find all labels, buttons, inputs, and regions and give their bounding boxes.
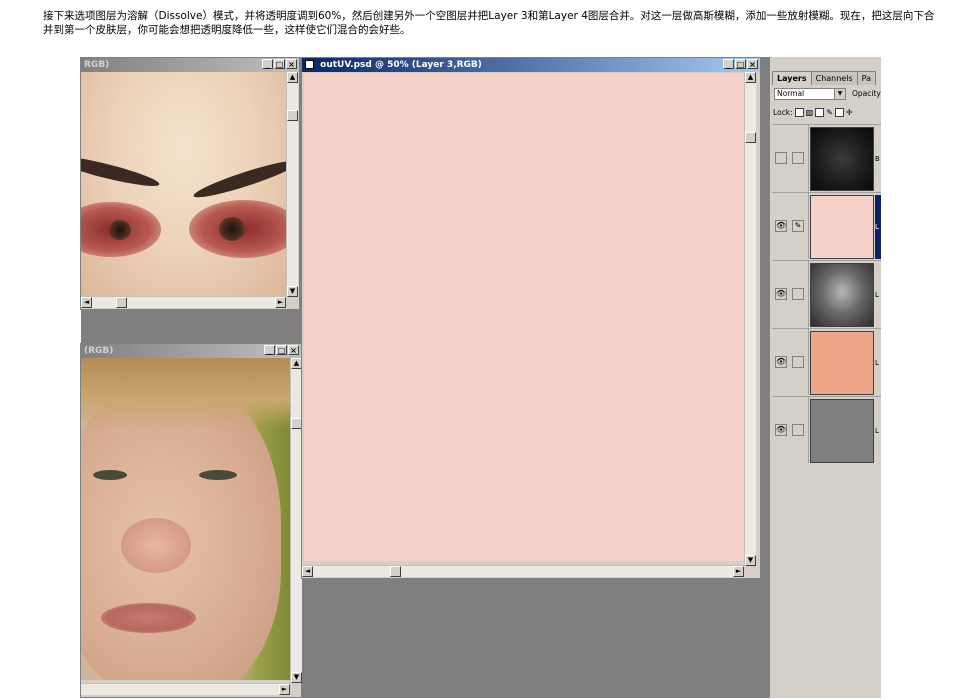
close-button[interactable]: × (747, 59, 758, 69)
tab-paths[interactable]: Pa (856, 71, 876, 85)
boy-image (81, 358, 290, 680)
layer-thumbnail (810, 331, 874, 395)
layer-label: L (875, 291, 879, 299)
doc-main-hscroll[interactable]: ◄ ► (302, 565, 744, 577)
opacity-label: Opacity (852, 89, 881, 98)
layer-row[interactable]: 👁 L (772, 328, 881, 395)
doc-eyes-title: RGB) (84, 60, 110, 70)
lock-image-checkbox[interactable] (815, 108, 825, 117)
layer-label: L (875, 427, 879, 435)
eye-icon[interactable]: 👁 (775, 220, 787, 232)
move-lock-icon: ✛ (845, 107, 853, 117)
doc-main-title: outUV.psd @ 50% (Layer 3,RGB) (320, 60, 482, 70)
brush-icon[interactable]: ✎ (792, 220, 804, 232)
doc-boy-titlebar[interactable]: (RGB) _ □ × (81, 344, 301, 358)
tab-channels[interactable]: Channels (810, 71, 858, 85)
palette-tabs: Layers Channels Pa (772, 71, 876, 85)
doc-eyes-titlebar[interactable]: RGB) _ □ × (81, 58, 299, 72)
intro-text: 接下来选项图层为溶解（Dissolve）模式，并将透明度调到60%，然后创建另外… (43, 10, 935, 36)
link-toggle[interactable] (792, 288, 804, 300)
layer-row[interactable]: 👁 L (772, 396, 881, 463)
eyes-image (81, 72, 286, 296)
doc-window-boy[interactable]: (RGB) _ □ × ▲ ▼ ► (80, 343, 302, 698)
chevron-down-icon: ▼ (834, 89, 845, 99)
brush-lock-icon: ✎ (826, 107, 833, 117)
close-button[interactable]: × (288, 345, 299, 355)
minimize-button[interactable]: _ (723, 59, 734, 69)
photoshop-workspace: RGB) _ □ × ▲ ▼ ◄ ► (RGB) _ □ × ▲ ▼ ► out… (80, 57, 881, 698)
close-button[interactable]: × (286, 59, 297, 69)
maximize-button[interactable]: □ (274, 59, 285, 69)
doc-eyes-vscroll[interactable]: ▲ ▼ (286, 72, 298, 297)
layers-palette: Layers Channels Pa Normal ▼ Opacity Lock… (770, 57, 881, 698)
document-icon (305, 60, 314, 69)
layer-thumbnail (810, 263, 874, 327)
layer-label: B (875, 155, 880, 163)
minimize-button[interactable]: _ (264, 345, 275, 355)
doc-main-titlebar[interactable]: outUV.psd @ 50% (Layer 3,RGB) _ □ × (302, 58, 760, 72)
document-canvas[interactable] (304, 73, 744, 561)
layer-thumbnail (810, 195, 874, 259)
layer-thumbnail (810, 399, 874, 463)
eye-icon[interactable]: 👁 (775, 356, 787, 368)
layer-label: L (875, 195, 881, 259)
doc-window-eyes[interactable]: RGB) _ □ × ▲ ▼ ◄ ► (80, 57, 300, 310)
maximize-button[interactable]: □ (276, 345, 287, 355)
link-toggle[interactable] (792, 424, 804, 436)
doc-window-main[interactable]: outUV.psd @ 50% (Layer 3,RGB) _ □ × ▲ ▼ … (301, 57, 761, 579)
blend-mode-value: Normal (777, 89, 805, 98)
lock-position-checkbox[interactable] (834, 108, 844, 117)
eye-icon[interactable]: 👁 (775, 288, 787, 300)
doc-main-vscroll[interactable]: ▲ ▼ (744, 72, 756, 566)
link-toggle[interactable] (792, 152, 804, 164)
layer-row[interactable]: B (772, 124, 881, 191)
blend-mode-select[interactable]: Normal ▼ (774, 88, 846, 100)
layer-thumbnail (810, 127, 874, 191)
layer-label: L (875, 359, 879, 367)
layer-row[interactable]: 👁 L (772, 260, 881, 327)
lock-row: Lock: ▨ ✎ ✛ (773, 108, 853, 117)
tab-layers[interactable]: Layers (772, 71, 812, 85)
link-toggle[interactable] (792, 356, 804, 368)
maximize-button[interactable]: □ (735, 59, 746, 69)
transparency-lock-icon: ▨ (805, 107, 814, 117)
layer-row[interactable]: 👁 ✎ L (772, 192, 881, 259)
lock-transparency-checkbox[interactable] (794, 108, 804, 117)
eye-icon[interactable]: 👁 (775, 424, 787, 436)
doc-eyes-hscroll[interactable]: ◄ ► (81, 296, 286, 308)
minimize-button[interactable]: _ (262, 59, 273, 69)
visibility-toggle[interactable] (775, 152, 787, 164)
doc-boy-title: (RGB) (84, 346, 114, 356)
doc-boy-hscroll[interactable]: ► (81, 683, 290, 695)
lock-label: Lock: (773, 108, 793, 117)
